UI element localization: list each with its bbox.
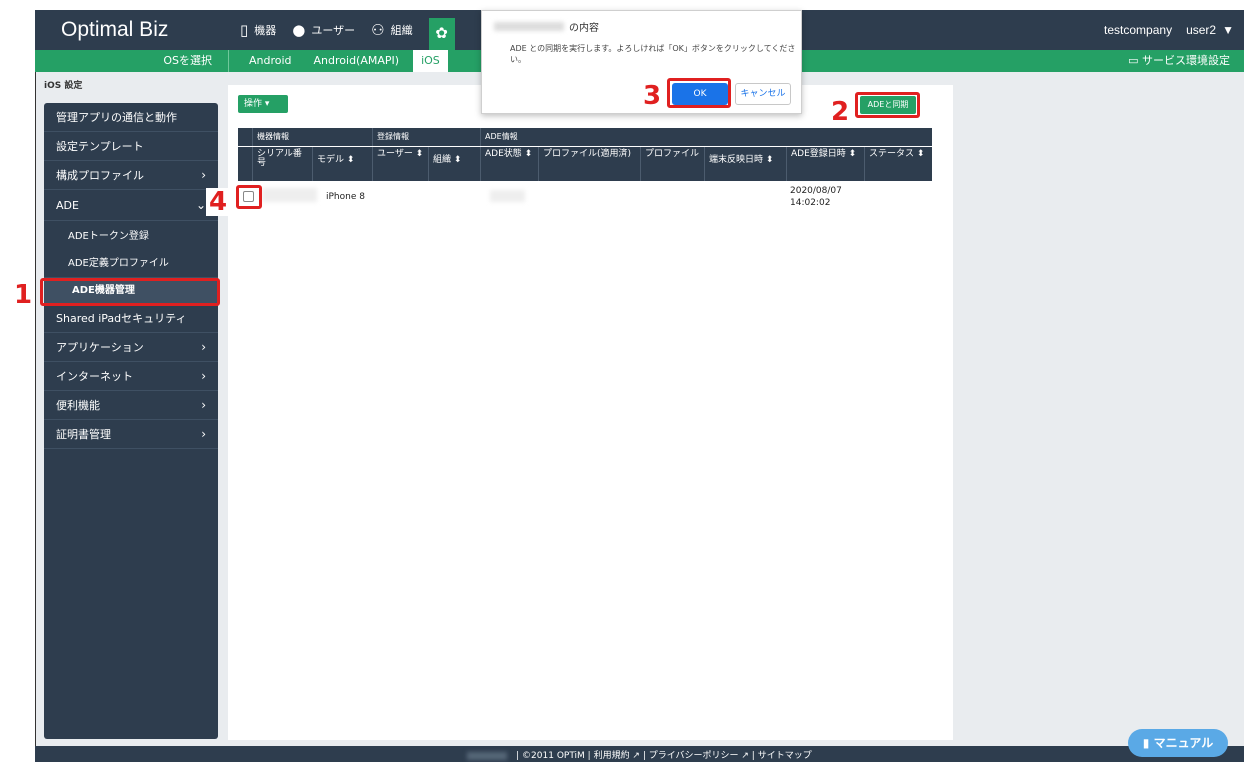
brand-logo[interactable]: Optimal Biz bbox=[35, 10, 225, 50]
sidebar-item-ade[interactable]: ADE ⌄ bbox=[44, 190, 218, 221]
step-number-2: 2 bbox=[828, 98, 852, 126]
sidebar-item-label: ADE bbox=[56, 199, 79, 212]
chevron-right-icon: › bbox=[201, 168, 206, 182]
sidebar-item-label: 構成プロファイル bbox=[56, 169, 144, 182]
ade-status-redacted bbox=[490, 190, 525, 202]
user-icon: ● bbox=[292, 21, 306, 39]
row-registered-date: 2020/08/07 bbox=[790, 186, 842, 196]
service-setting-link[interactable]: ▭ サービス環境設定 bbox=[1128, 50, 1230, 72]
sidebar-item-internet[interactable]: インターネット › bbox=[44, 362, 218, 391]
sidebar: 管理アプリの通信と動作 設定テンプレート 構成プロファイル › ADE ⌄ ADEト… bbox=[44, 103, 218, 739]
col-applied-datetime[interactable]: 端末反映日時 ⬍ bbox=[704, 147, 786, 181]
col-registered-datetime[interactable]: ADE登録日時 ⬍ bbox=[786, 147, 864, 181]
sidebar-item-template[interactable]: 設定テンプレート bbox=[44, 132, 218, 161]
row-model: iPhone 8 bbox=[326, 192, 365, 202]
highlight-sync-button bbox=[855, 92, 920, 118]
sidebar-section-title: iOS 設定 bbox=[44, 81, 83, 91]
col-profile-applied[interactable]: プロファイル(適用済) bbox=[538, 147, 640, 181]
sidebar-item-label: アプリケーション bbox=[56, 341, 144, 354]
dialog-title: の内容 bbox=[569, 23, 599, 34]
nav-item-users[interactable]: ● ユーザー bbox=[292, 21, 355, 39]
monitor-icon: ▭ bbox=[1128, 54, 1139, 67]
sidebar-item-label: 証明書管理 bbox=[56, 428, 111, 441]
step-number-3: 3 bbox=[640, 82, 664, 110]
sidebar-item-config-profile[interactable]: 構成プロファイル › bbox=[44, 161, 218, 190]
chevron-right-icon: › bbox=[201, 369, 206, 383]
step-number-1: 1 bbox=[11, 281, 35, 309]
col-profile[interactable]: プロファイル bbox=[640, 147, 704, 181]
cancel-button[interactable]: キャンセル bbox=[735, 83, 791, 105]
sidebar-item-utilities[interactable]: 便利機能 › bbox=[44, 391, 218, 420]
group-ade-info: ADE情報 bbox=[480, 128, 932, 146]
highlight-ade-device bbox=[40, 278, 220, 306]
col-model[interactable]: モデル ⬍ bbox=[312, 147, 372, 181]
group-registration-info: 登録情報 bbox=[372, 128, 480, 146]
table-column-header: シリアル番号 モデル ⬍ ユーザー ⬍ 組織 ⬍ ADE状態 ⬍ プロファイル(… bbox=[238, 147, 932, 181]
os-select-label: OSを選択 bbox=[35, 50, 229, 72]
chevron-right-icon: › bbox=[201, 340, 206, 354]
manual-label: マニュアル bbox=[1153, 736, 1214, 750]
nav-label-devices: 機器 bbox=[254, 24, 277, 37]
row-registered-time: 14:02:02 bbox=[790, 198, 831, 208]
tab-android-amapi[interactable]: Android(AMAPI) bbox=[314, 50, 400, 72]
book-icon: ▮ bbox=[1142, 736, 1150, 750]
sidebar-item-label: 管理アプリの通信と動作 bbox=[56, 111, 177, 124]
nav-item-devices[interactable]: ▯ 機器 bbox=[240, 21, 276, 39]
footer-links[interactable]: | ©2011 OPTiM | 利用規約 ↗ | プライバシーポリシー ↗ | … bbox=[516, 751, 812, 761]
chevron-right-icon: › bbox=[201, 427, 206, 441]
tab-ios[interactable]: iOS bbox=[413, 50, 448, 72]
dialog-origin-redacted bbox=[494, 22, 564, 31]
footer: | ©2011 OPTiM | 利用規約 ↗ | プライバシーポリシー ↗ | … bbox=[35, 746, 1244, 762]
nav-item-settings[interactable]: ✿ bbox=[428, 18, 455, 50]
table-group-header: 機器情報 登録情報 ADE情報 bbox=[238, 128, 932, 146]
col-user[interactable]: ユーザー ⬍ bbox=[372, 147, 428, 181]
group-device-info: 機器情報 bbox=[252, 128, 372, 146]
nav-label-organization: 組織 bbox=[390, 24, 413, 37]
operation-dropdown-button[interactable]: 操作 ▾ bbox=[238, 95, 288, 113]
col-organization[interactable]: 組織 ⬍ bbox=[428, 147, 480, 181]
dialog-message: ADE との同期を実行します。よろしければ「OK」ボタンをクリックしてください。 bbox=[510, 44, 796, 64]
sidebar-item-application[interactable]: アプリケーション › bbox=[44, 333, 218, 362]
chevron-right-icon: › bbox=[201, 398, 206, 412]
sidebar-item-app-comm[interactable]: 管理アプリの通信と動作 bbox=[44, 103, 218, 132]
gear-icon: ✿ bbox=[435, 24, 448, 42]
sidebar-subitem-ade-token[interactable]: ADEトークン登録 bbox=[44, 223, 218, 250]
chevron-down-icon: ⌄ bbox=[195, 198, 206, 212]
device-icon: ▯ bbox=[240, 21, 249, 39]
sidebar-item-label: 便利機能 bbox=[56, 399, 100, 412]
sidebar-item-label: 設定テンプレート bbox=[56, 140, 144, 153]
col-ade-status[interactable]: ADE状態 ⬍ bbox=[480, 147, 538, 181]
sidebar-item-label: インターネット bbox=[56, 370, 133, 383]
serial-redacted bbox=[262, 188, 317, 202]
group-icon: ⚇ bbox=[371, 21, 385, 39]
tab-android[interactable]: Android bbox=[249, 50, 292, 72]
col-status[interactable]: ステータス ⬍ bbox=[864, 147, 932, 181]
sidebar-item-shared-ipad[interactable]: Shared iPadセキュリティ bbox=[44, 304, 218, 333]
os-tabs: Android Android(AMAPI) iOS bbox=[249, 50, 470, 72]
footer-company-redacted bbox=[467, 751, 508, 760]
top-nav: ▯ 機器 ● ユーザー ⚇ 組織 ✿ bbox=[240, 10, 455, 50]
manual-button[interactable]: ▮ マニュアル bbox=[1128, 729, 1228, 757]
service-setting-label: サービス環境設定 bbox=[1142, 54, 1230, 67]
step-number-4: 4 bbox=[206, 188, 230, 216]
user-area[interactable]: testcompany user2 ▼ bbox=[1090, 10, 1234, 50]
company-name: testcompany bbox=[1104, 23, 1173, 37]
col-serial[interactable]: シリアル番号 bbox=[252, 147, 312, 181]
sidebar-subitem-ade-profile[interactable]: ADE定義プロファイル bbox=[44, 250, 218, 277]
chevron-down-icon: ▼ bbox=[1222, 23, 1234, 37]
user-name: user2 bbox=[1186, 23, 1217, 37]
highlight-checkbox bbox=[236, 185, 262, 209]
sidebar-item-label: Shared iPadセキュリティ bbox=[56, 312, 187, 325]
nav-label-users: ユーザー bbox=[311, 24, 356, 37]
sidebar-item-certificates[interactable]: 証明書管理 › bbox=[44, 420, 218, 449]
nav-item-organization[interactable]: ⚇ 組織 bbox=[371, 21, 412, 39]
highlight-ok-button bbox=[667, 78, 731, 108]
